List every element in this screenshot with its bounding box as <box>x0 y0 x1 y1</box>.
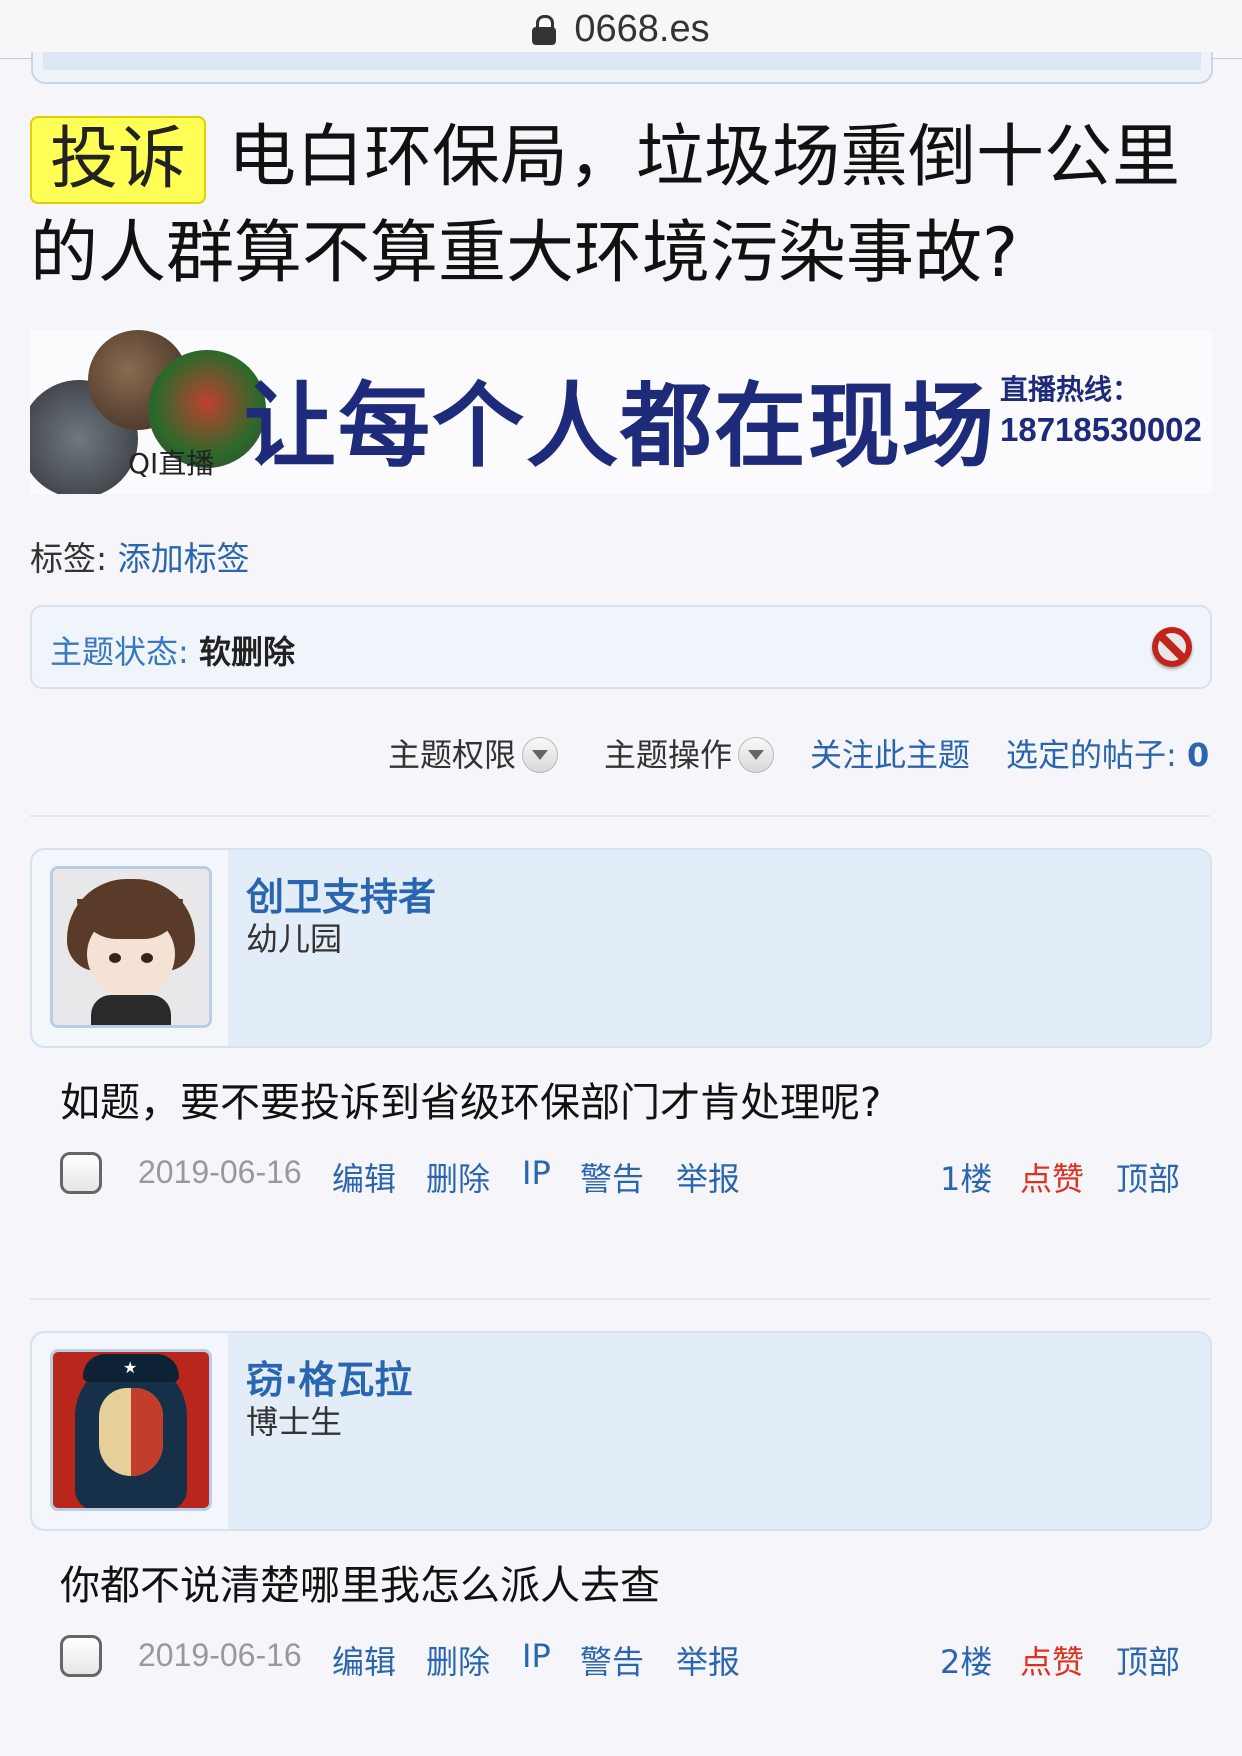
tags-row: 标签: 添加标签 <box>30 532 250 580</box>
thread-operations-menu[interactable]: 主题操作 <box>604 730 775 776</box>
selected-posts-label: 选定的帖子: <box>1006 736 1177 774</box>
back-to-top-link[interactable]: 顶部 <box>1116 1637 1180 1683</box>
warn-link[interactable]: 警告 <box>580 1154 644 1200</box>
username-link[interactable]: 窃·格瓦拉 <box>246 1349 412 1404</box>
ad-banner[interactable]: QI直播 让每个人都在现场 直播热线： 18718530002 <box>30 330 1212 494</box>
lock-icon <box>532 15 557 45</box>
hotline-number: 18718530002 <box>1000 411 1202 448</box>
divider <box>30 815 1210 817</box>
follow-thread-link[interactable]: 关注此主题 <box>810 730 970 776</box>
warn-link[interactable]: 警告 <box>580 1637 644 1683</box>
thread-permissions-label: 主题权限 <box>388 736 517 774</box>
delete-link[interactable]: 删除 <box>426 1637 490 1683</box>
post: 创卫支持者 幼儿园 如题，要不要投诉到省级环保部门才肯处理呢? 2019-06-… <box>30 848 1212 1198</box>
edit-link[interactable]: 编辑 <box>332 1154 396 1200</box>
add-tag-link[interactable]: 添加标签 <box>118 539 250 578</box>
user-rank: 幼儿园 <box>246 920 343 958</box>
ip-link[interactable]: IP <box>522 1637 551 1675</box>
post-date: 2019-06-16 <box>138 1637 302 1673</box>
category-badge[interactable]: 投诉 <box>30 116 207 204</box>
report-link[interactable]: 举报 <box>676 1637 740 1683</box>
select-post-checkbox[interactable] <box>60 1152 102 1194</box>
tags-label: 标签: <box>30 539 108 578</box>
post-user-bar: 创卫支持者 幼儿园 <box>30 848 1212 1048</box>
banner-slogan: 让每个人都在现场 <box>244 373 997 480</box>
status-label: 主题状态: <box>50 633 189 671</box>
thread-action-bar: 主题权限 主题操作 关注此主题 选定的帖子: 0 <box>0 730 1212 774</box>
username-link[interactable]: 创卫支持者 <box>246 866 436 921</box>
floor-link[interactable]: 2楼 <box>940 1637 992 1683</box>
like-link[interactable]: 点赞 <box>1020 1154 1084 1200</box>
post: ★ 窃·格瓦拉 博士生 你都不说清楚哪里我怎么派人去查 2019-06-16 编… <box>30 1331 1212 1681</box>
status-row: 主题状态: 软删除 <box>50 627 295 673</box>
floor-link[interactable]: 1楼 <box>940 1154 992 1200</box>
divider <box>30 1298 1210 1300</box>
top-frame <box>31 52 1213 84</box>
report-link[interactable]: 举报 <box>676 1154 740 1200</box>
back-to-top-link[interactable]: 顶部 <box>1116 1154 1180 1200</box>
post-date: 2019-06-16 <box>138 1154 302 1190</box>
user-rank: 博士生 <box>246 1403 343 1441</box>
selected-posts-count: 0 <box>1186 736 1210 774</box>
avatar[interactable] <box>50 866 212 1028</box>
selected-posts-link[interactable]: 选定的帖子: 0 <box>1006 730 1209 776</box>
hotline-label: 直播热线： <box>1000 373 1141 406</box>
post-footer: 2019-06-16 编辑 删除 IP 警告 举报 2楼 点赞 顶部 <box>30 1635 1212 1685</box>
delete-link[interactable]: 删除 <box>426 1154 490 1200</box>
thread-operations-label: 主题操作 <box>604 736 733 774</box>
post-user-bar: ★ 窃·格瓦拉 博士生 <box>30 1331 1212 1531</box>
status-value: 软删除 <box>198 633 295 671</box>
post-content: 如题，要不要投诉到省级环保部门才肯处理呢? <box>60 1080 882 1126</box>
chevron-down-icon <box>738 737 775 773</box>
like-link[interactable]: 点赞 <box>1020 1637 1084 1683</box>
banner-logo-text: QI直播 <box>128 447 215 480</box>
url-text: 0668.es <box>574 7 710 50</box>
post-content: 你都不说清楚哪里我怎么派人去查 <box>60 1563 660 1609</box>
chevron-down-icon <box>522 737 559 773</box>
edit-link[interactable]: 编辑 <box>332 1637 396 1683</box>
thread-permissions-menu[interactable]: 主题权限 <box>388 730 559 776</box>
post-footer: 2019-06-16 编辑 删除 IP 警告 举报 1楼 点赞 顶部 <box>30 1152 1212 1202</box>
banner-hotline: 直播热线： 18718530002 <box>1000 370 1202 450</box>
avatar[interactable]: ★ <box>50 1349 212 1511</box>
thread-status-box: 主题状态: 软删除 <box>30 605 1212 689</box>
select-post-checkbox[interactable] <box>60 1635 102 1677</box>
thread-title: 投诉 电白环保局，垃圾场熏倒十公里的人群算不算重大环境污染事故? <box>30 110 1210 302</box>
browser-url-bar[interactable]: 0668.es <box>0 0 1242 59</box>
deleted-icon <box>1152 627 1192 667</box>
ip-link[interactable]: IP <box>522 1154 551 1192</box>
